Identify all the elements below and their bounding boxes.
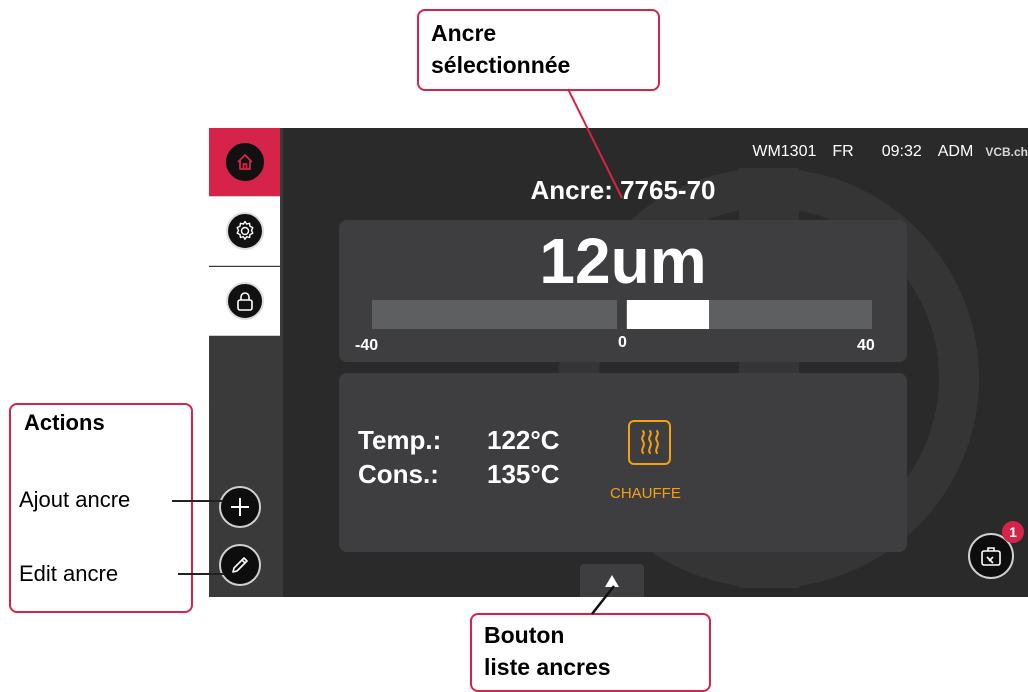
notification-badge: 1	[1002, 521, 1024, 543]
clock: 09:32	[881, 143, 922, 160]
callout-anchor-list-line1: Bouton	[484, 622, 565, 648]
edit-anchor-button[interactable]	[219, 544, 261, 586]
add-anchor-annotation: Ajout ancre	[19, 487, 131, 512]
setpoint-value: 135°C	[487, 459, 560, 489]
callout-selected-anchor-line2: sélectionnée	[431, 52, 571, 78]
anchor-list-button[interactable]	[580, 564, 644, 597]
measurement-card: 12um -40 0 40	[339, 220, 907, 362]
callout-anchor-list-line2: liste ancres	[484, 654, 611, 680]
home-icon	[225, 143, 264, 181]
plus-icon	[231, 498, 249, 516]
lock-icon	[225, 282, 264, 320]
language-indicator[interactable]: FR	[832, 143, 853, 161]
setpoint-row: Cons.: 135°C	[358, 459, 560, 490]
gauge-zero-label: 0	[618, 334, 627, 351]
temperature-label: Temp.:	[358, 425, 442, 455]
edit-anchor-annotation: Edit ancre	[19, 561, 119, 586]
heating-status: CHAUFFE	[610, 485, 681, 502]
status-bar: WM1301 FR 09:32 ADM VCB.ch	[752, 141, 1028, 163]
temperature-value: 122°C	[487, 425, 560, 455]
gauge-max-label: 40	[857, 337, 875, 354]
measurement-value: 12um	[539, 225, 707, 297]
device-id: WM1301	[752, 143, 817, 160]
sidebar	[209, 128, 283, 597]
setpoint-label: Cons.:	[358, 459, 439, 489]
add-anchor-button[interactable]	[219, 486, 261, 528]
gauge-min-label: -40	[355, 337, 379, 354]
temperature-card: Temp.: 122°C Cons.: 135°C CHAUFFE	[339, 373, 907, 552]
gauge-zero-marker	[617, 300, 626, 329]
pencil-icon	[232, 557, 248, 573]
sidebar-item-lock[interactable]	[209, 267, 280, 336]
temperature-row: Temp.: 122°C	[358, 425, 560, 456]
selected-anchor-title: Ancre: 7765-70	[530, 175, 716, 205]
heater-icon	[628, 420, 671, 465]
actions-title: Actions	[24, 410, 105, 435]
callout-selected-anchor-line1: Ancre	[431, 20, 497, 46]
brand-logo: VCB.ch	[985, 145, 1028, 159]
callout-anchor-list: Bouton liste ancres	[470, 613, 711, 692]
sidebar-item-settings[interactable]	[209, 197, 280, 266]
sidebar-item-home[interactable]	[209, 128, 280, 197]
user-indicator[interactable]: ADM	[938, 143, 974, 161]
actions-panel	[209, 476, 283, 597]
arrow-up-icon	[605, 574, 619, 587]
gear-icon	[225, 212, 264, 250]
device-screen: WM1301 FR 09:32 ADM VCB.ch Ancre: 7765-7…	[209, 128, 1028, 597]
callout-selected-anchor: Ancre sélectionnée	[417, 9, 660, 91]
tools-icon	[981, 547, 1001, 566]
deviation-gauge-fill	[627, 300, 709, 329]
